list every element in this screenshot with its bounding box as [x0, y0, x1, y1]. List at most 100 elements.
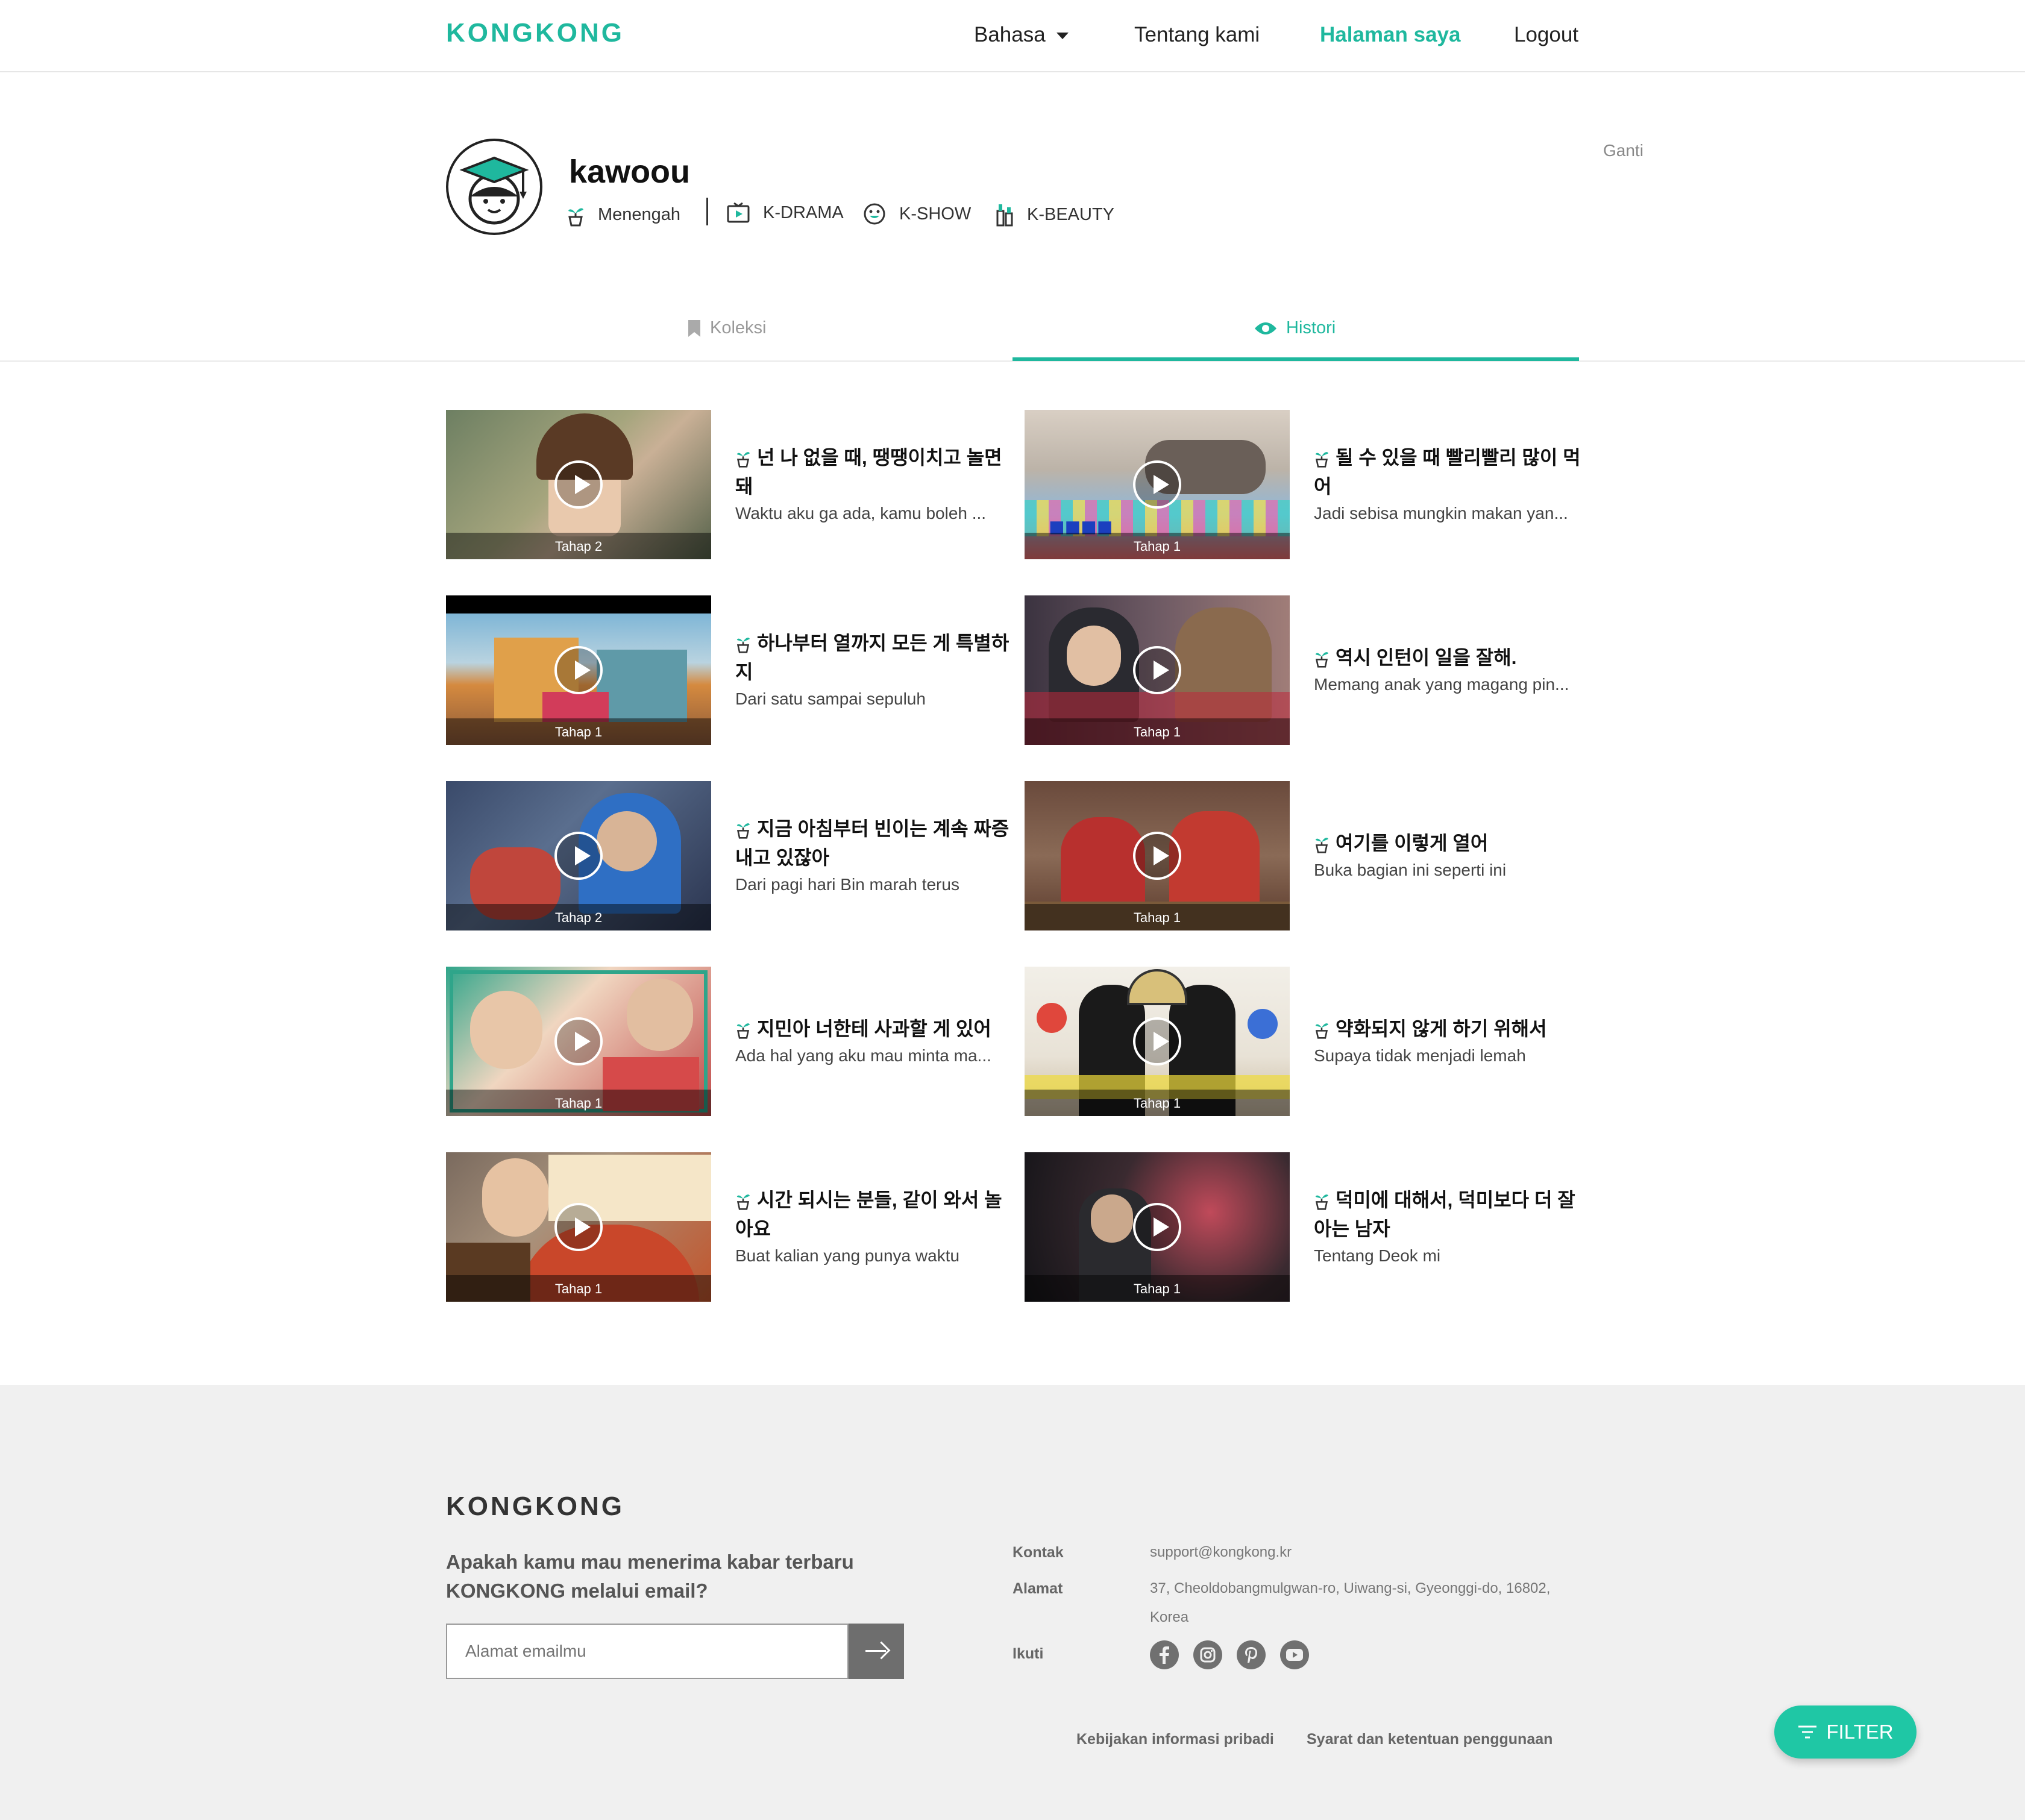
address-label: Alamat [1012, 1580, 1063, 1597]
video-thumbnail[interactable]: ■■■■ Tahap 1 [1025, 410, 1290, 559]
username: kawoou [569, 154, 691, 190]
email-submit-button[interactable] [849, 1624, 904, 1679]
phrase-translation: Dari satu sampai sepuluh [735, 689, 926, 708]
history-card[interactable]: ■■■■ Tahap 1 될 수 있을 때 빨리빨리 많이 먹어 Jadi se… [1025, 410, 1591, 559]
stage-label: Tahap 1 [1133, 910, 1181, 925]
plant-pot-icon [736, 823, 750, 839]
play-icon [554, 646, 603, 694]
video-thumbnail[interactable]: Tahap 1 [1025, 781, 1290, 930]
interest-kdrama: K-DRAMA [727, 202, 844, 223]
privacy-policy-link[interactable]: Kebijakan informasi pribadi [1076, 1731, 1274, 1748]
change-profile-link[interactable]: Ganti [1603, 141, 1644, 160]
plant-pot-icon [568, 208, 583, 227]
follow-label: Ikuti [1012, 1645, 1044, 1662]
video-thumbnail[interactable]: Tahap 1 [446, 1152, 711, 1302]
history-card[interactable]: Tahap 2 넌 나 없을 때, 땡땡이치고 놀면 돼 Waktu aku g… [446, 410, 1012, 559]
video-thumbnail[interactable]: Tahap 2 [446, 410, 711, 559]
video-thumbnail[interactable]: Tahap 1 [446, 967, 711, 1116]
history-card[interactable]: Tahap 1 시간 되시는 분들, 같이 와서 놀아요 Buat kalian… [446, 1152, 1012, 1302]
play-icon [554, 460, 603, 509]
kongkong-logo[interactable]: KONGKONG [446, 18, 624, 48]
play-icon [554, 1203, 603, 1251]
filter-icon [1798, 1725, 1817, 1739]
stage-label: Tahap 1 [1133, 539, 1181, 554]
address-value: 37, Cheoldobangmulgwan-ro, Uiwang-si, Gy… [1150, 1580, 1551, 1625]
smiley-icon [864, 203, 885, 225]
play-icon [1133, 1017, 1181, 1065]
phrase-translation: Waktu aku ga ada, kamu boleh ... [735, 504, 987, 522]
history-card[interactable]: Tahap 1 덕미에 대해서, 덕미보다 더 잘 아는 남자 Tentang … [1025, 1152, 1591, 1302]
active-tab-indicator [1012, 357, 1579, 361]
play-icon [1133, 646, 1181, 694]
interest-label: K-DRAMA [763, 202, 844, 222]
language-label: Bahasa [974, 23, 1046, 46]
contact-label: Kontak [1012, 1544, 1064, 1561]
stage-label: Tahap 1 [1133, 1096, 1181, 1111]
phrase-title: 지민아 너한테 사과할 게 있어 [735, 1014, 1012, 1043]
tab-history[interactable]: Histori [1254, 318, 1336, 338]
history-card[interactable]: Tahap 1 하나부터 열까지 모든 게 특별하지 Dari satu sam… [446, 595, 1012, 745]
caret-down-icon [1056, 33, 1069, 40]
history-card[interactable]: Tahap 2 지금 아침부터 빈이는 계속 짜증내고 있잖아 Dari pag… [446, 781, 1012, 930]
language-dropdown[interactable]: Bahasa [974, 23, 1069, 47]
phrase-title: 약화되지 않게 하기 위해서 [1314, 1014, 1591, 1043]
phrase-title: 지금 아침부터 빈이는 계속 짜증내고 있잖아 [735, 818, 1009, 868]
nav-logout[interactable]: Logout [1514, 23, 1578, 47]
video-thumbnail[interactable]: Tahap 1 [1025, 1152, 1290, 1302]
tv-icon [727, 202, 750, 223]
video-thumbnail[interactable]: Tahap 1 [446, 595, 711, 745]
level-label: Menengah [598, 204, 681, 224]
history-card[interactable]: Tahap 1 약화되지 않게 하기 위해서 Supaya tidak menj… [1025, 967, 1591, 1116]
facebook-icon[interactable] [1150, 1640, 1179, 1669]
video-thumbnail[interactable]: Tahap 1 [1025, 595, 1290, 745]
top-header: KONGKONG Bahasa Tentang kami Halaman say… [0, 0, 2025, 72]
video-thumbnail[interactable]: Tahap 1 [1025, 967, 1290, 1116]
youtube-icon[interactable] [1280, 1640, 1309, 1669]
terms-link[interactable]: Syarat dan ketentuan penggunaan [1307, 1731, 1552, 1748]
phrase-translation: Buat kalian yang punya waktu [735, 1246, 960, 1265]
phrase-title: 될 수 있을 때 빨리빨리 많이 먹어 [1314, 447, 1581, 497]
plant-pot-icon [736, 452, 750, 468]
plant-pot-icon [1315, 452, 1329, 468]
phrase-title: 여기를 이렇게 열어 [1314, 829, 1591, 858]
stage-label: Tahap 1 [554, 1096, 603, 1111]
tab-collection-label: Koleksi [710, 318, 767, 337]
play-icon [1133, 832, 1181, 880]
history-card[interactable]: Tahap 1 역시 인턴이 일을 잘해. Memang anak yang m… [1025, 595, 1591, 745]
newsletter-text: Apakah kamu mau menerima kabar terbaru K… [446, 1551, 854, 1602]
interest-label: K-BEAUTY [1027, 204, 1115, 224]
plant-pot-icon [1315, 652, 1329, 668]
student-face-icon [459, 156, 529, 225]
contact-email[interactable]: support@kongkong.kr [1150, 1538, 1292, 1567]
stage-label: Tahap 1 [554, 724, 603, 739]
video-thumbnail[interactable]: Tahap 2 [446, 781, 711, 930]
filter-button[interactable]: FILTER [1774, 1705, 1917, 1759]
stage-label: Tahap 1 [1133, 1281, 1181, 1296]
nav-my-page[interactable]: Halaman saya [1320, 23, 1460, 47]
play-icon [554, 1017, 603, 1065]
stage-label: Tahap 2 [554, 539, 603, 554]
plant-pot-icon [736, 1194, 750, 1210]
phrase-translation: Dari pagi hari Bin marah terus [735, 875, 959, 894]
phrase-title: 시간 되시는 분들, 같이 와서 놀아요 [735, 1189, 1002, 1240]
email-input[interactable] [446, 1624, 849, 1679]
stage-label: Tahap 2 [554, 910, 603, 925]
plant-pot-icon [1315, 838, 1329, 853]
phrase-title: 덕미에 대해서, 덕미보다 더 잘 아는 남자 [1314, 1189, 1575, 1240]
phrase-translation: Tentang Deok mi [1314, 1246, 1441, 1265]
plant-pot-icon [1315, 1023, 1329, 1039]
tab-collection[interactable]: Koleksi [687, 318, 767, 338]
phrase-title: 넌 나 없을 때, 땡땡이치고 놀면 돼 [735, 447, 1002, 497]
history-card[interactable]: Tahap 1 여기를 이렇게 열어 Buka bagian ini seper… [1025, 781, 1591, 930]
stage-label: Tahap 1 [554, 1281, 603, 1296]
meta-divider [706, 198, 708, 225]
history-card[interactable]: Tahap 1 지민아 너한테 사과할 게 있어 Ada hal yang ak… [446, 967, 1012, 1116]
plant-pot-icon [736, 1023, 750, 1039]
phrase-translation: Buka bagian ini seperti ini [1314, 861, 1507, 879]
filter-label: FILTER [1826, 1721, 1894, 1743]
pinterest-icon[interactable] [1237, 1640, 1266, 1669]
nav-about[interactable]: Tentang kami [1134, 23, 1260, 47]
eye-icon [1255, 322, 1276, 334]
instagram-icon[interactable] [1193, 1640, 1222, 1669]
footer-logo: KONGKONG [446, 1492, 624, 1521]
